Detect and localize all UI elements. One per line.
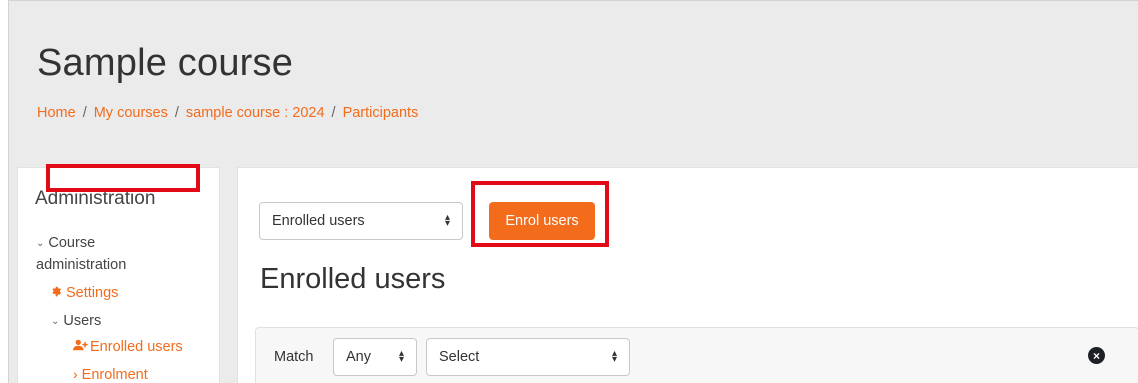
section-heading: Enrolled users xyxy=(260,263,446,295)
user-plus-icon xyxy=(73,336,89,358)
select-value: Select xyxy=(439,349,480,365)
page-title: Sample course xyxy=(37,42,294,84)
select-arrows-icon: ▴ ▾ xyxy=(398,348,404,365)
chevron-down-icon: ⌄ xyxy=(36,238,45,249)
sidebar-item-label: Settings xyxy=(66,285,119,301)
select-arrows-icon: ▴ ▾ xyxy=(444,212,450,229)
enrolled-users-highlight xyxy=(46,164,200,192)
filter-panel: Match Any ▴ ▾ Select ▴ ▾ × xyxy=(255,327,1138,383)
sidebar-item-course-administration-line2[interactable]: administration xyxy=(36,254,126,276)
breadcrumb: Home / My courses / sample course : 2024… xyxy=(37,105,418,121)
sidebar-item-users[interactable]: ⌄ Users xyxy=(51,310,101,334)
breadcrumb-separator: / xyxy=(174,105,179,121)
sidebar-item-label: administration xyxy=(36,257,127,273)
page-header: Sample course Home / My courses / sample… xyxy=(17,8,1138,150)
enrolment-method-select[interactable]: Enrolled users ▴ ▾ xyxy=(259,202,463,240)
sidebar-item-label: Enrolled users xyxy=(90,339,183,355)
chevron-down-icon: ⌄ xyxy=(51,316,60,327)
chevron-right-icon: › xyxy=(73,366,78,382)
administration-block: Administration ⌄ Course administration Se… xyxy=(17,167,220,383)
sidebar-item-course-administration[interactable]: ⌄ Course xyxy=(36,232,95,256)
sidebar-item-settings[interactable]: Settings xyxy=(51,282,118,304)
breadcrumb-course[interactable]: sample course : 2024 xyxy=(186,105,325,121)
select-value: Enrolled users xyxy=(272,213,365,229)
sidebar-item-label: Course xyxy=(48,235,96,251)
breadcrumb-separator: / xyxy=(82,105,87,121)
sidebar-item-label: Enrolment xyxy=(81,367,148,383)
breadcrumb-my-courses[interactable]: My courses xyxy=(94,105,168,121)
sidebar-item-enrolled-users[interactable]: Enrolled users xyxy=(73,336,183,358)
sidebar-item-label: Users xyxy=(63,313,102,329)
select-value: Any xyxy=(346,349,371,365)
enrol-button-highlight xyxy=(471,181,609,247)
match-select[interactable]: Any ▴ ▾ xyxy=(333,338,417,376)
breadcrumb-separator: / xyxy=(331,105,336,121)
match-label: Match xyxy=(274,349,314,365)
gear-icon xyxy=(51,282,63,304)
sidebar-item-enrolment[interactable]: › Enrolment xyxy=(73,363,148,383)
filter-type-select[interactable]: Select ▴ ▾ xyxy=(426,338,630,376)
close-icon[interactable]: × xyxy=(1088,347,1105,364)
select-arrows-icon: ▴ ▾ xyxy=(611,348,617,365)
breadcrumb-participants[interactable]: Participants xyxy=(343,105,419,121)
main-region: Enrolled users ▴ ▾ Enrol users Enrolled u… xyxy=(237,167,1138,383)
breadcrumb-home[interactable]: Home xyxy=(37,105,76,121)
